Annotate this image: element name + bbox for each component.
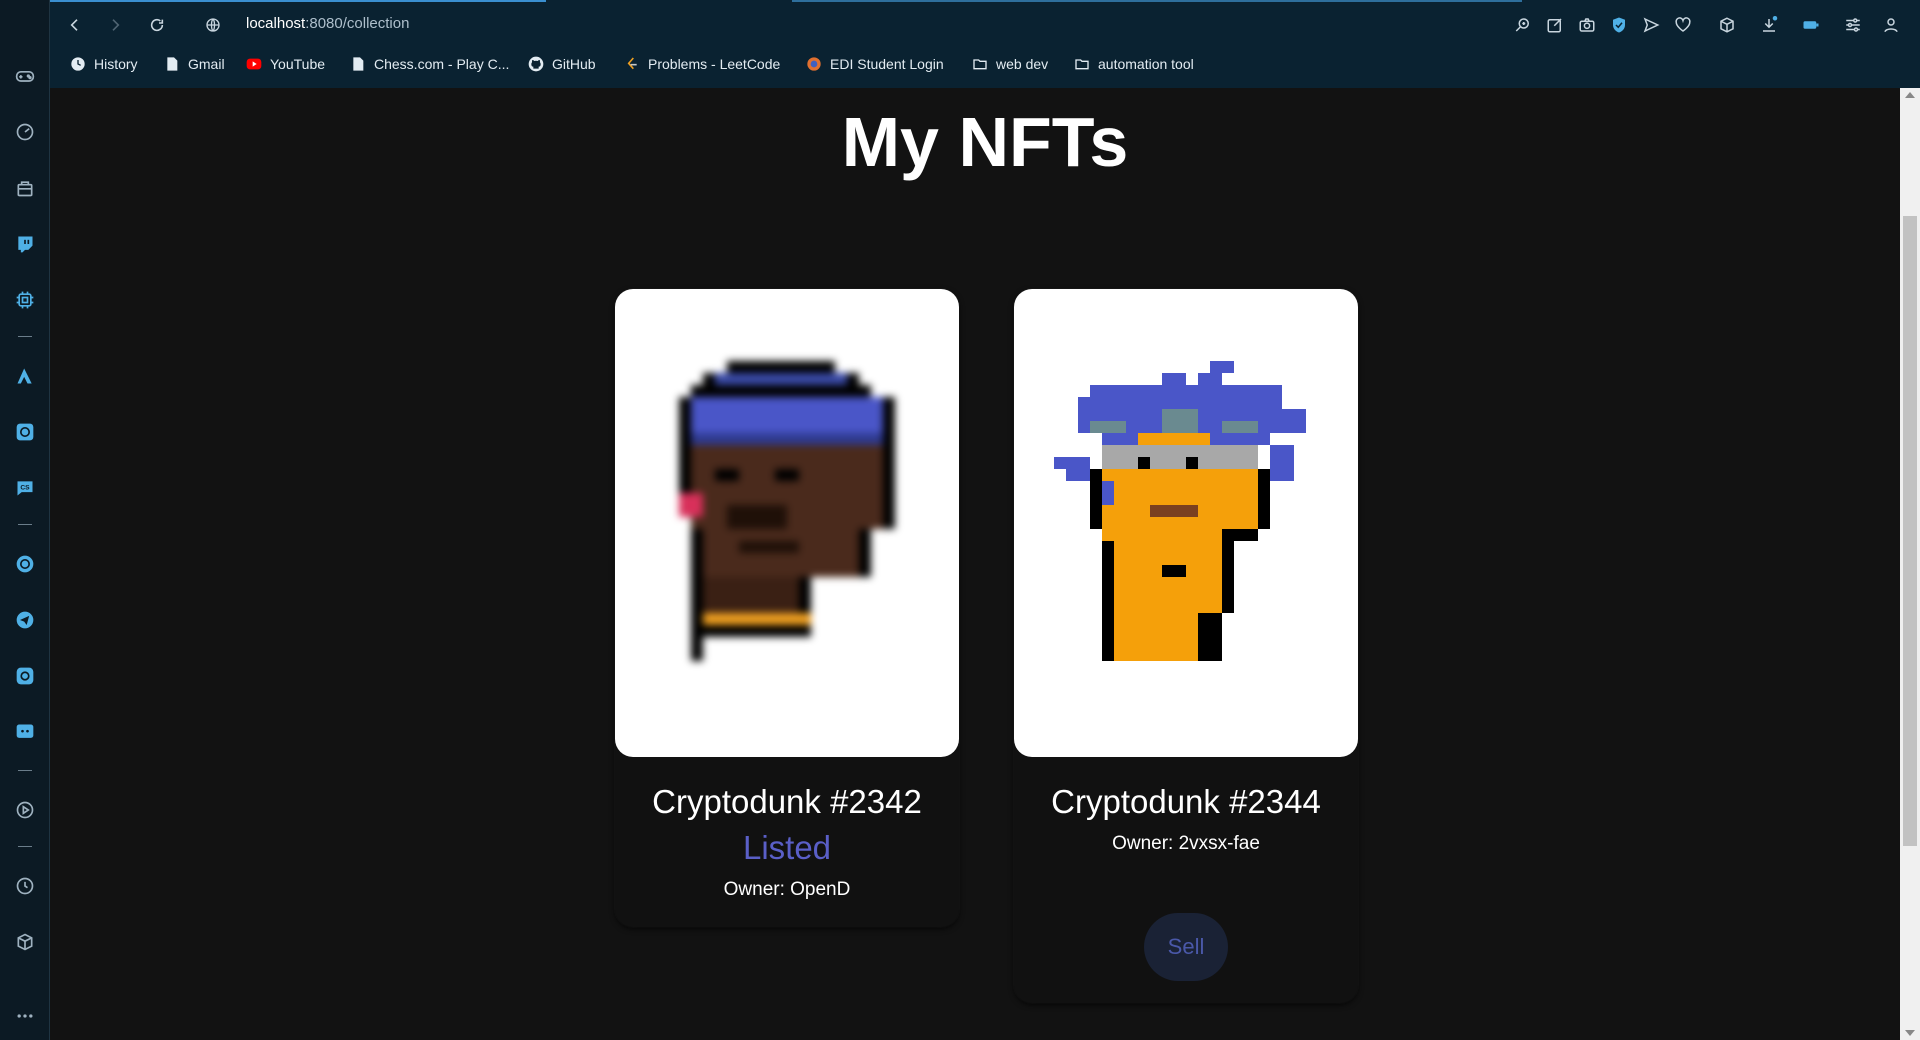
bookmark-label: Chess.com - Play C...	[374, 56, 510, 72]
vpn-shield-icon[interactable]	[1608, 14, 1630, 36]
url-host: localhost	[246, 15, 306, 32]
whatsapp-icon[interactable]	[13, 552, 37, 576]
twitch-icon[interactable]	[13, 232, 37, 256]
telegram-icon[interactable]	[13, 608, 37, 632]
active-tab-indicator	[50, 0, 546, 2]
aria-icon[interactable]	[13, 364, 37, 388]
nft-status-label: Listed	[742, 829, 832, 866]
scroll-thumb[interactable]	[1903, 216, 1917, 846]
chat-cs-icon[interactable]: CS	[13, 476, 37, 500]
profile-icon[interactable]	[1880, 14, 1902, 36]
battery-icon[interactable]	[1800, 14, 1822, 36]
file-icon	[164, 56, 180, 72]
url-path: :8080/collection	[305, 15, 410, 32]
download-icon[interactable]	[1758, 14, 1780, 36]
reload-button[interactable]	[146, 14, 168, 36]
more-icon[interactable]	[13, 1004, 37, 1028]
sidebar-divider	[18, 336, 32, 337]
page-title: My NFTs	[841, 103, 1129, 181]
folder-icon	[1074, 56, 1090, 72]
bookmark-label: History	[94, 56, 138, 72]
bookmark-label: Problems - LeetCode	[648, 56, 781, 72]
sidebar-divider	[18, 524, 32, 525]
bookmark-label: automation tool	[1098, 56, 1194, 72]
extensions-cube-icon[interactable]	[1716, 14, 1738, 36]
bookmark-github[interactable]: GitHub	[528, 56, 596, 72]
chip-icon[interactable]	[13, 288, 37, 312]
globe-icon	[806, 56, 822, 72]
bookmark-leetcode[interactable]: Problems - LeetCode	[624, 56, 780, 72]
cube-icon[interactable]	[13, 930, 37, 954]
nft-card[interactable]: Cryptodunk #2344 Owner: 2vxsx-fae Sell	[1014, 289, 1358, 1003]
bookmark-folder-webdev[interactable]: web dev	[972, 56, 1048, 72]
browser-sidebar: CS	[0, 0, 50, 1040]
nft-image	[1014, 289, 1358, 757]
scroll-down-arrow[interactable]	[1905, 1030, 1915, 1036]
nft-pixel-art	[1054, 361, 1306, 661]
bookmark-youtube[interactable]: YouTube	[246, 56, 325, 72]
discord-icon[interactable]	[13, 720, 37, 744]
folder-icon	[972, 56, 988, 72]
nft-card[interactable]: Cryptodunk #2342 Listed Owner: OpenD	[615, 289, 959, 927]
nft-name: Cryptodunk #2342	[652, 783, 922, 820]
sidebar-divider	[18, 770, 32, 771]
bookmark-label: YouTube	[270, 56, 326, 72]
edit-share-icon[interactable]	[1544, 14, 1566, 36]
page-content: My NFTs Cryptodunk #2342 Listed Owner: O…	[50, 88, 1900, 1040]
instagram-icon[interactable]	[13, 664, 37, 688]
bookmark-history[interactable]: History	[70, 56, 138, 72]
sell-button[interactable]: Sell	[1144, 913, 1228, 981]
bookmark-label: GitHub	[552, 56, 596, 72]
speedometer-icon[interactable]	[13, 120, 37, 144]
chatgpt-icon[interactable]	[13, 420, 37, 444]
gamepad-icon[interactable]	[13, 64, 37, 88]
bookmark-chess[interactable]: Chess.com - Play C...	[350, 56, 509, 72]
forward-button[interactable]	[104, 14, 126, 36]
bookmark-folder-automation[interactable]: automation tool	[1074, 56, 1194, 72]
bookmark-label: EDI Student Login	[830, 56, 944, 72]
camera-icon[interactable]	[1576, 14, 1598, 36]
clock-icon[interactable]	[13, 874, 37, 898]
back-button[interactable]	[64, 14, 86, 36]
page-scrollbar[interactable]	[1900, 88, 1920, 1040]
zoom-icon[interactable]	[1512, 14, 1534, 36]
svg-text:CS: CS	[20, 485, 30, 492]
leetcode-icon	[624, 56, 640, 72]
tab-indicator	[792, 0, 1522, 2]
bookmark-label: web dev	[996, 56, 1049, 72]
nft-owner: Owner: 2vxsx-fae	[1112, 833, 1260, 854]
sidebar-divider	[18, 846, 32, 847]
send-icon[interactable]	[1640, 14, 1662, 36]
site-info-icon[interactable]	[202, 14, 224, 36]
shopping-bag-icon[interactable]	[13, 176, 37, 200]
bookmark-gmail[interactable]: Gmail	[164, 56, 225, 72]
heart-icon[interactable]	[1672, 14, 1694, 36]
nft-image	[615, 289, 959, 757]
youtube-icon	[246, 56, 262, 72]
nft-pixel-art	[679, 361, 895, 661]
file-icon	[350, 56, 366, 72]
nft-owner: Owner: OpenD	[723, 879, 851, 900]
history-icon	[70, 56, 86, 72]
bookmark-edi[interactable]: EDI Student Login	[806, 56, 944, 72]
settings-sliders-icon[interactable]	[1842, 14, 1864, 36]
player-icon[interactable]	[13, 798, 37, 822]
browser-toolbar: localhost:8080/collection History Gmail …	[50, 0, 1920, 88]
address-bar[interactable]: localhost:8080/collection	[246, 15, 409, 32]
scroll-up-arrow[interactable]	[1905, 92, 1915, 98]
github-icon	[528, 56, 544, 72]
nft-name: Cryptodunk #2344	[1051, 783, 1321, 820]
bookmark-label: Gmail	[188, 56, 225, 72]
